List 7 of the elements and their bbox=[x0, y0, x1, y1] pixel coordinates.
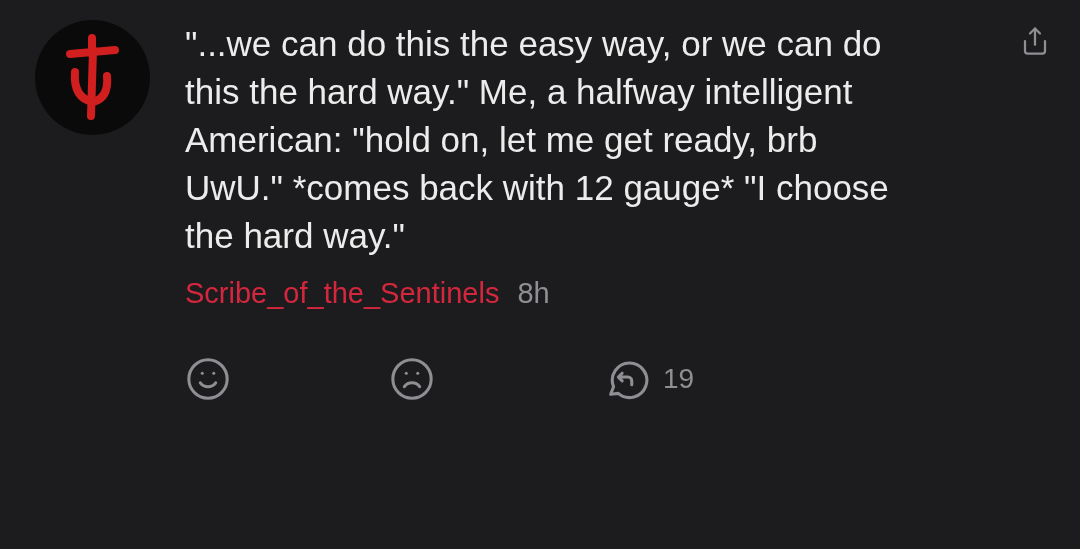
avatar-logo-icon bbox=[35, 20, 150, 135]
comment-time: 8h bbox=[517, 276, 550, 311]
reply-button[interactable]: 19 bbox=[603, 355, 695, 402]
author-link[interactable]: Scribe_of_the_Sentinels bbox=[185, 272, 500, 316]
frown-icon[interactable] bbox=[389, 355, 435, 402]
comment-text: "...we can do this the easy way, or we can do this the hard way." Me, a halfway intelligent American: "hold on, let me get ready, brb UwU." *comes back with 12 gauge* "I choose the hard way." bbox=[185, 23, 890, 257]
smile-icon[interactable] bbox=[185, 355, 231, 402]
